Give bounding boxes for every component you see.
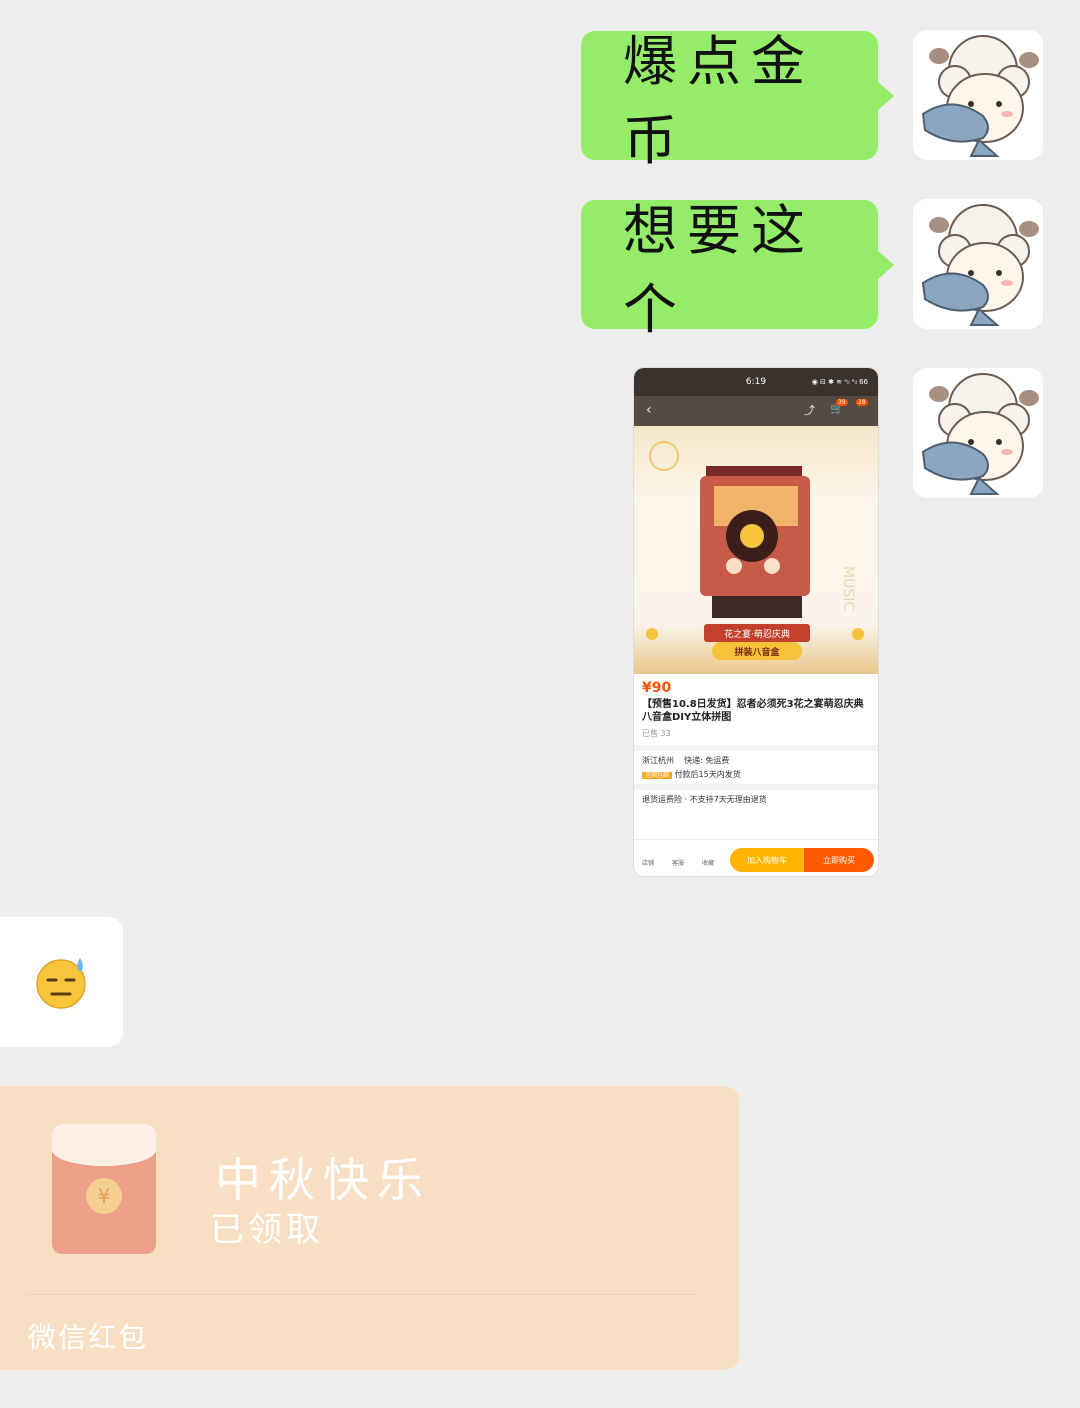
sweat-face-emoji-icon bbox=[35, 958, 86, 1009]
shared-product-screenshot[interactable]: 6:19 ◉ ⊟ ✱ ≋ ᵃᵢₗ ᵃᵢₗ 66 ‹ ⤴ 🛒 39 28 MUSI… bbox=[634, 368, 878, 876]
share-icon: ⤴ bbox=[804, 404, 815, 417]
phone-status-bar: 6:19 ◉ ⊟ ✱ ≋ ᵃᵢₗ ᵃᵢₗ 66 bbox=[634, 368, 878, 396]
nav-favorite: 收藏 bbox=[702, 860, 715, 867]
my-avatar[interactable] bbox=[913, 30, 1043, 160]
shipping-row: 浙江杭州 快递: 免运费 全国包邮 付款后15天内发货 bbox=[634, 745, 878, 784]
my-message-bubble[interactable]: 爆点金币 bbox=[581, 30, 894, 172]
ship-from: 浙江杭州 bbox=[642, 756, 674, 765]
banner-title: 花之宴·萌忍庆典 bbox=[704, 624, 810, 642]
return-policy: 退货运费险 · 不支持7天无理由退货 bbox=[642, 795, 767, 804]
message-text: 想要这个 bbox=[623, 198, 815, 341]
ship-note: 付款后15天内发货 bbox=[674, 770, 741, 779]
my-avatar[interactable] bbox=[913, 199, 1043, 329]
svg-text:MUSIC: MUSIC bbox=[840, 566, 856, 611]
ship-tag: 全国包邮 bbox=[642, 772, 673, 779]
other-message-bubble[interactable] bbox=[0, 917, 123, 1047]
my-message-bubble[interactable]: 想要这个 bbox=[581, 199, 894, 341]
coin-symbol: ¥ bbox=[97, 1184, 111, 1208]
red-packet-status: 已领取 bbox=[210, 1210, 324, 1250]
sheep-avatar-icon bbox=[913, 30, 1043, 160]
back-icon: ‹ bbox=[646, 402, 652, 418]
product-price: ¥90 bbox=[642, 680, 672, 696]
product-title: 【预售10.8日发货】忍者必须死3花之宴萌忍庆典八音盒DIY立体拼图 bbox=[642, 699, 864, 723]
buy-now-button: 立即购买 bbox=[804, 848, 874, 872]
cart-badge: 39 bbox=[836, 399, 848, 406]
product-hero-image: MUSIC 花之宴·萌忍庆典 拼装八音盒 bbox=[634, 426, 878, 674]
product-top-bar: ‹ ⤴ 🛒 39 28 bbox=[634, 396, 878, 426]
sheep-avatar-icon bbox=[913, 368, 1043, 498]
red-packet-flap bbox=[52, 1124, 156, 1166]
sheep-avatar-icon bbox=[913, 199, 1043, 329]
red-packet-brand: 微信红包 bbox=[28, 1321, 149, 1354]
product-bottom-bar: 店铺 客服 收藏 加入购物车 立即购买 bbox=[634, 839, 878, 876]
ship-fee: 快递: 免运费 bbox=[684, 756, 730, 765]
add-to-cart-button: 加入购物车 bbox=[730, 848, 804, 872]
nav-service: 客服 bbox=[672, 860, 685, 867]
coin-icon: ¥ bbox=[86, 1178, 122, 1214]
red-packet-title: 中秋快乐 bbox=[215, 1153, 431, 1207]
my-avatar[interactable] bbox=[913, 368, 1043, 498]
red-packet-divider bbox=[26, 1294, 699, 1295]
return-policy-row: 退货运费险 · 不支持7天无理由退货 bbox=[634, 784, 878, 809]
status-icons: ◉ ⊟ ✱ ≋ ᵃᵢₗ ᵃᵢₗ 66 bbox=[811, 378, 868, 386]
status-time: 6:19 bbox=[745, 377, 767, 387]
red-packet-message[interactable]: ¥ 中秋快乐 已领取 微信红包 bbox=[0, 1086, 739, 1370]
nav-store: 店铺 bbox=[642, 860, 655, 867]
banner-subtitle: 拼装八音盒 bbox=[712, 642, 802, 660]
message-text: 爆点金币 bbox=[623, 29, 815, 172]
sold-count: 已售 33 bbox=[642, 729, 671, 738]
red-packet-icon: ¥ bbox=[52, 1124, 156, 1254]
message-badge: 28 bbox=[856, 399, 868, 406]
